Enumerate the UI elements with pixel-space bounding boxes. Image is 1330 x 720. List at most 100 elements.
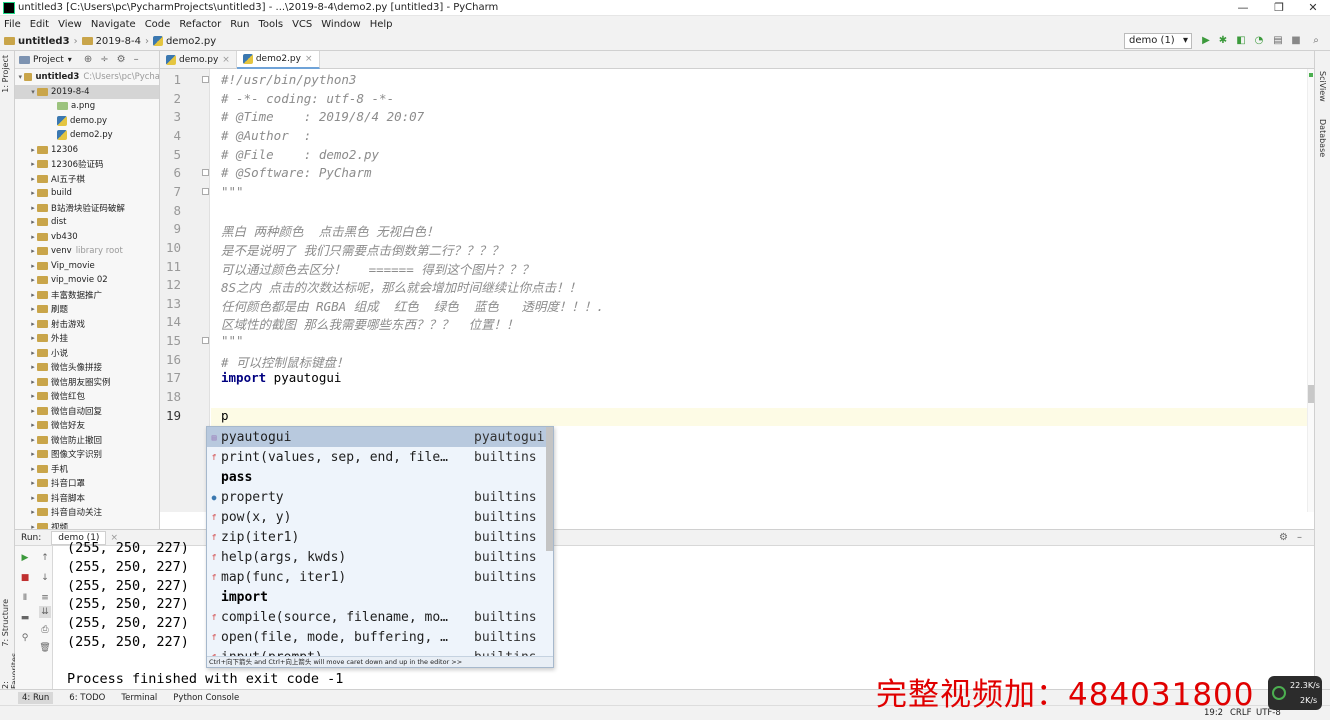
chevron-right-icon[interactable]: ▸ bbox=[29, 233, 37, 241]
chevron-right-icon[interactable]: ▸ bbox=[29, 378, 37, 386]
tree-item[interactable]: ▸ vb430 bbox=[15, 230, 159, 245]
scroll-to-end-icon[interactable]: ⇊ bbox=[39, 606, 51, 618]
tree-item[interactable]: ▸ 图像文字识别 bbox=[15, 447, 159, 462]
soft-wrap-icon[interactable]: ≡ bbox=[39, 592, 51, 604]
chevron-right-icon[interactable]: ▸ bbox=[29, 407, 37, 415]
gear-icon[interactable]: ⚙ bbox=[1279, 532, 1288, 543]
chevron-right-icon[interactable]: ▸ bbox=[29, 450, 37, 458]
stop-icon[interactable]: ■ bbox=[1290, 35, 1302, 47]
tool-tab-python-console[interactable]: Python Console bbox=[173, 693, 239, 703]
tree-item[interactable]: ▸ B站滑块验证码破解 bbox=[15, 201, 159, 216]
tree-item[interactable]: ▸ 抖音自动关注 bbox=[15, 505, 159, 520]
menu-help[interactable]: Help bbox=[370, 19, 393, 30]
tree-item[interactable]: ▸ 小说 bbox=[15, 346, 159, 361]
tool-tab-terminal[interactable]: Terminal bbox=[121, 693, 157, 703]
chevron-right-icon[interactable]: ▸ bbox=[29, 392, 37, 400]
pause-icon[interactable]: Ⅱ bbox=[19, 592, 31, 604]
database-tool-tab[interactable]: Database bbox=[1318, 119, 1327, 157]
tree-item[interactable]: ▾ untitled3 C:\Users\pc\Pycha bbox=[15, 70, 160, 85]
chevron-right-icon[interactable]: ▸ bbox=[29, 247, 37, 255]
tree-item[interactable]: ▸ 外挂 bbox=[15, 331, 159, 346]
chevron-down-icon[interactable]: ▾ bbox=[17, 73, 24, 81]
tree-item[interactable]: ▸ 刷题 bbox=[15, 302, 159, 317]
down-arrow-icon[interactable]: ↓ bbox=[39, 572, 51, 584]
chevron-right-icon[interactable]: ▸ bbox=[29, 262, 37, 270]
tree-item[interactable]: demo2.py bbox=[15, 128, 159, 143]
chevron-down-icon[interactable]: ▾ bbox=[68, 55, 72, 64]
menu-window[interactable]: Window bbox=[321, 19, 360, 30]
completion-item[interactable]: f open(file, mode, buffering, … builtins bbox=[207, 628, 546, 648]
run-icon[interactable]: ▶ bbox=[1200, 35, 1212, 47]
breadcrumb-file[interactable]: demo2.py bbox=[152, 36, 216, 47]
tree-item[interactable]: ▸ dist bbox=[15, 215, 159, 230]
close-button[interactable]: ✕ bbox=[1296, 0, 1330, 16]
layout-icon[interactable]: ▬ bbox=[19, 612, 31, 624]
menu-run[interactable]: Run bbox=[230, 19, 249, 30]
chevron-right-icon[interactable]: ▸ bbox=[29, 421, 37, 429]
rerun-icon[interactable]: ▶ bbox=[19, 552, 31, 564]
tree-item[interactable]: ▸ 射击游戏 bbox=[15, 317, 159, 332]
breadcrumb-project[interactable]: untitled3 › bbox=[4, 36, 78, 47]
tree-item[interactable]: ▸ 抖音脚本 bbox=[15, 491, 159, 506]
structure-tool-tab[interactable]: 7: Structure bbox=[1, 599, 10, 647]
tree-item[interactable]: ▸ AI五子棋 bbox=[15, 172, 159, 187]
up-arrow-icon[interactable]: ↑ bbox=[39, 552, 51, 564]
chevron-right-icon[interactable]: ▸ bbox=[29, 334, 37, 342]
chevron-right-icon[interactable]: ▸ bbox=[29, 276, 37, 284]
tree-item[interactable]: ▸ 12306 bbox=[15, 143, 159, 158]
print-icon[interactable]: ⎙ bbox=[39, 624, 51, 636]
tree-item[interactable]: ▸ 微信朋友圈实例 bbox=[15, 375, 159, 390]
tree-item[interactable]: ▸ 手机 bbox=[15, 462, 159, 477]
tree-item[interactable]: ▸ 微信红包 bbox=[15, 389, 159, 404]
tab-demo2-py[interactable]: demo2.py × bbox=[236, 50, 320, 69]
chevron-right-icon[interactable]: ▸ bbox=[29, 204, 37, 212]
tool-tab-todo[interactable]: 6: TODO bbox=[69, 693, 105, 703]
project-view-label[interactable]: Project bbox=[33, 55, 64, 65]
hide-icon[interactable]: – bbox=[1297, 532, 1302, 543]
chevron-right-icon[interactable]: ▸ bbox=[29, 175, 37, 183]
chevron-right-icon[interactable]: ▸ bbox=[29, 349, 37, 357]
run-config-select[interactable]: demo (1) ▾ bbox=[1124, 33, 1192, 49]
tree-item[interactable]: ▸ 丰富数据推广 bbox=[15, 288, 159, 303]
menu-tools[interactable]: Tools bbox=[258, 19, 283, 30]
menu-vcs[interactable]: VCS bbox=[292, 19, 312, 30]
chevron-right-icon[interactable]: ▸ bbox=[29, 479, 37, 487]
build-icon[interactable]: ▤ bbox=[1272, 35, 1284, 47]
menu-code[interactable]: Code bbox=[145, 19, 171, 30]
project-tool-tab[interactable]: 1: Project bbox=[1, 55, 10, 93]
chevron-right-icon[interactable]: ▸ bbox=[29, 508, 37, 516]
chevron-right-icon[interactable]: ▸ bbox=[29, 146, 37, 154]
chevron-right-icon[interactable]: ▸ bbox=[29, 218, 37, 226]
completion-item[interactable]: f map(func, iter1) builtins bbox=[207, 567, 546, 587]
chevron-right-icon[interactable]: ▸ bbox=[29, 465, 37, 473]
chevron-right-icon[interactable]: ▸ bbox=[29, 189, 37, 197]
trash-icon[interactable]: 🗑 bbox=[39, 642, 51, 654]
menu-view[interactable]: View bbox=[58, 19, 82, 30]
tree-item[interactable]: ▸ 微信自动回复 bbox=[15, 404, 159, 419]
sciview-tool-tab[interactable]: SciView bbox=[1318, 71, 1327, 102]
tree-item[interactable]: ▸ Vip_movie bbox=[15, 259, 159, 274]
close-icon[interactable]: × bbox=[222, 55, 230, 65]
chevron-right-icon[interactable]: ▸ bbox=[29, 494, 37, 502]
chevron-down-icon[interactable]: ▾ bbox=[29, 88, 37, 96]
tool-tab-run[interactable]: 4: Run bbox=[18, 691, 54, 704]
menu-navigate[interactable]: Navigate bbox=[91, 19, 136, 30]
tree-item[interactable]: ▸ 抖音口罩 bbox=[15, 476, 159, 491]
search-icon[interactable]: ⌕ bbox=[1310, 35, 1322, 47]
tree-item[interactable]: ▾ 2019-8-4 bbox=[15, 84, 159, 99]
completion-item[interactable]: ● property builtins bbox=[207, 487, 546, 507]
collapse-icon[interactable]: ÷ bbox=[100, 54, 108, 65]
gear-icon[interactable]: ⚙ bbox=[117, 54, 126, 65]
minimize-button[interactable]: — bbox=[1226, 0, 1260, 16]
chevron-right-icon[interactable]: ▸ bbox=[29, 160, 37, 168]
completion-scrollbar[interactable] bbox=[546, 427, 553, 551]
tree-item[interactable]: a.png bbox=[15, 99, 159, 114]
tree-item[interactable]: ▸ 微信防止撤回 bbox=[15, 433, 159, 448]
tree-item[interactable]: ▸ 12306验证码 bbox=[15, 157, 159, 172]
coverage-icon[interactable]: ◧ bbox=[1235, 35, 1247, 47]
completion-item[interactable]: f print(values, sep, end, file… builtins bbox=[207, 447, 546, 467]
completion-item[interactable]: f pow(x, y) builtins bbox=[207, 507, 546, 527]
fold-marker-icon[interactable] bbox=[202, 169, 209, 177]
menu-refactor[interactable]: Refactor bbox=[179, 19, 221, 30]
menu-edit[interactable]: Edit bbox=[30, 19, 49, 30]
